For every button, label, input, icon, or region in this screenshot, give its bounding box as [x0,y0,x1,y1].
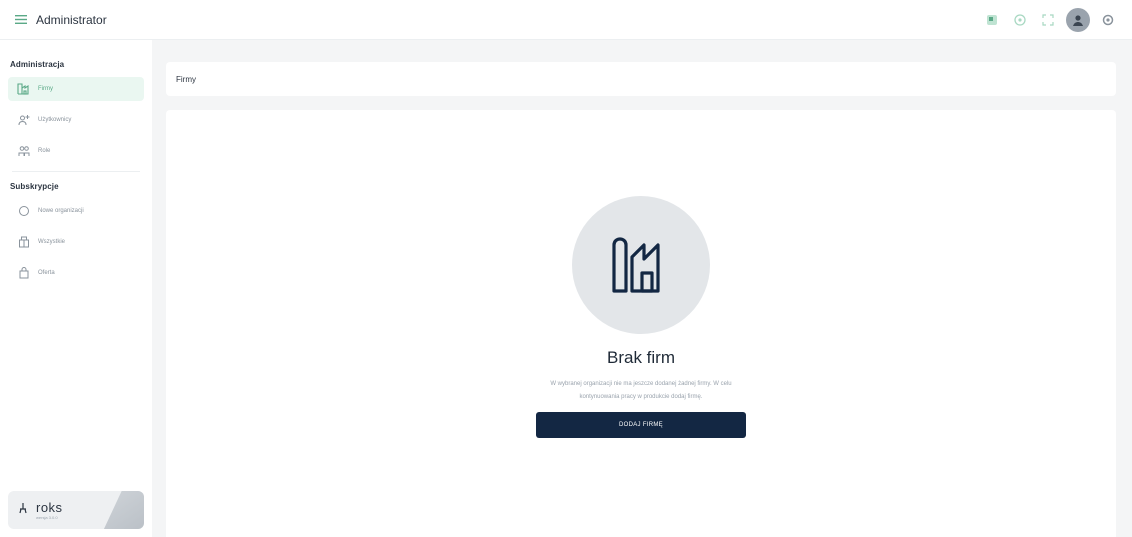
sidebar-item-label: Użytkownicy [38,117,72,123]
settings-icon[interactable] [1098,10,1118,30]
empty-state-description: W wybranej organizacji nie ma jeszcze do… [550,381,732,400]
sidebar-item-wszystkie[interactable]: Wszystkie [8,230,144,254]
menu-icon[interactable] [10,9,32,31]
brand-icon [18,501,28,519]
sidebar-item-label: Nowe organizacji [38,208,84,214]
sidebar-item-label: Firmy [38,86,53,92]
sidebar-item-oferta[interactable]: Oferta [8,261,144,285]
brand-version: wersja 3.0.0 [36,515,58,520]
brand-logo: roks [36,500,63,515]
brand-stripe [93,491,144,529]
sidebar-item-uzytkownicy[interactable]: Użytkownicy [8,108,144,132]
box-icon [16,234,32,250]
sidebar: Administracja Firmy Użytkownicy Role Sub… [0,40,152,537]
add-company-button[interactable]: DODAJ FIRMĘ [536,412,746,438]
main-content: Firmy Brak firm W wybranej organizacji n… [152,40,1132,537]
factory-icon [610,233,672,298]
page-title: Firmy [176,74,196,84]
sidebar-item-label: Oferta [38,270,55,276]
avatar[interactable] [1066,8,1090,32]
sidebar-item-label: Role [38,148,51,154]
top-bar: Administrator [0,0,1132,40]
fullscreen-icon[interactable] [1038,10,1058,30]
empty-state: Brak firm W wybranej organizacji nie ma … [166,196,1116,438]
brand-card: roks wersja 3.0.0 [8,491,144,529]
translate-icon[interactable] [982,10,1002,30]
sidebar-item-firmy[interactable]: Firmy [8,77,144,101]
top-actions [982,8,1118,32]
sidebar-item-label: Wszystkie [38,239,65,245]
group-icon [16,143,32,159]
sidebar-divider [12,171,140,172]
empty-state-illustration [572,196,710,334]
help-icon[interactable] [1010,10,1030,30]
bag-icon [16,265,32,281]
section-title-subskrypcje: Subskrypcje [10,182,59,191]
sidebar-item-role[interactable]: Role [8,139,144,163]
app-title: Administrator [36,12,107,27]
section-title-administracja: Administracja [10,60,65,69]
building-icon [16,81,32,97]
user-add-icon [16,112,32,128]
empty-state-title: Brak firm [607,348,675,367]
circle-icon [16,203,32,219]
page-header: Firmy [166,62,1116,96]
sidebar-item-nowe-organizacji[interactable]: Nowe organizacji [8,199,144,223]
content-card: Brak firm W wybranej organizacji nie ma … [166,110,1116,537]
